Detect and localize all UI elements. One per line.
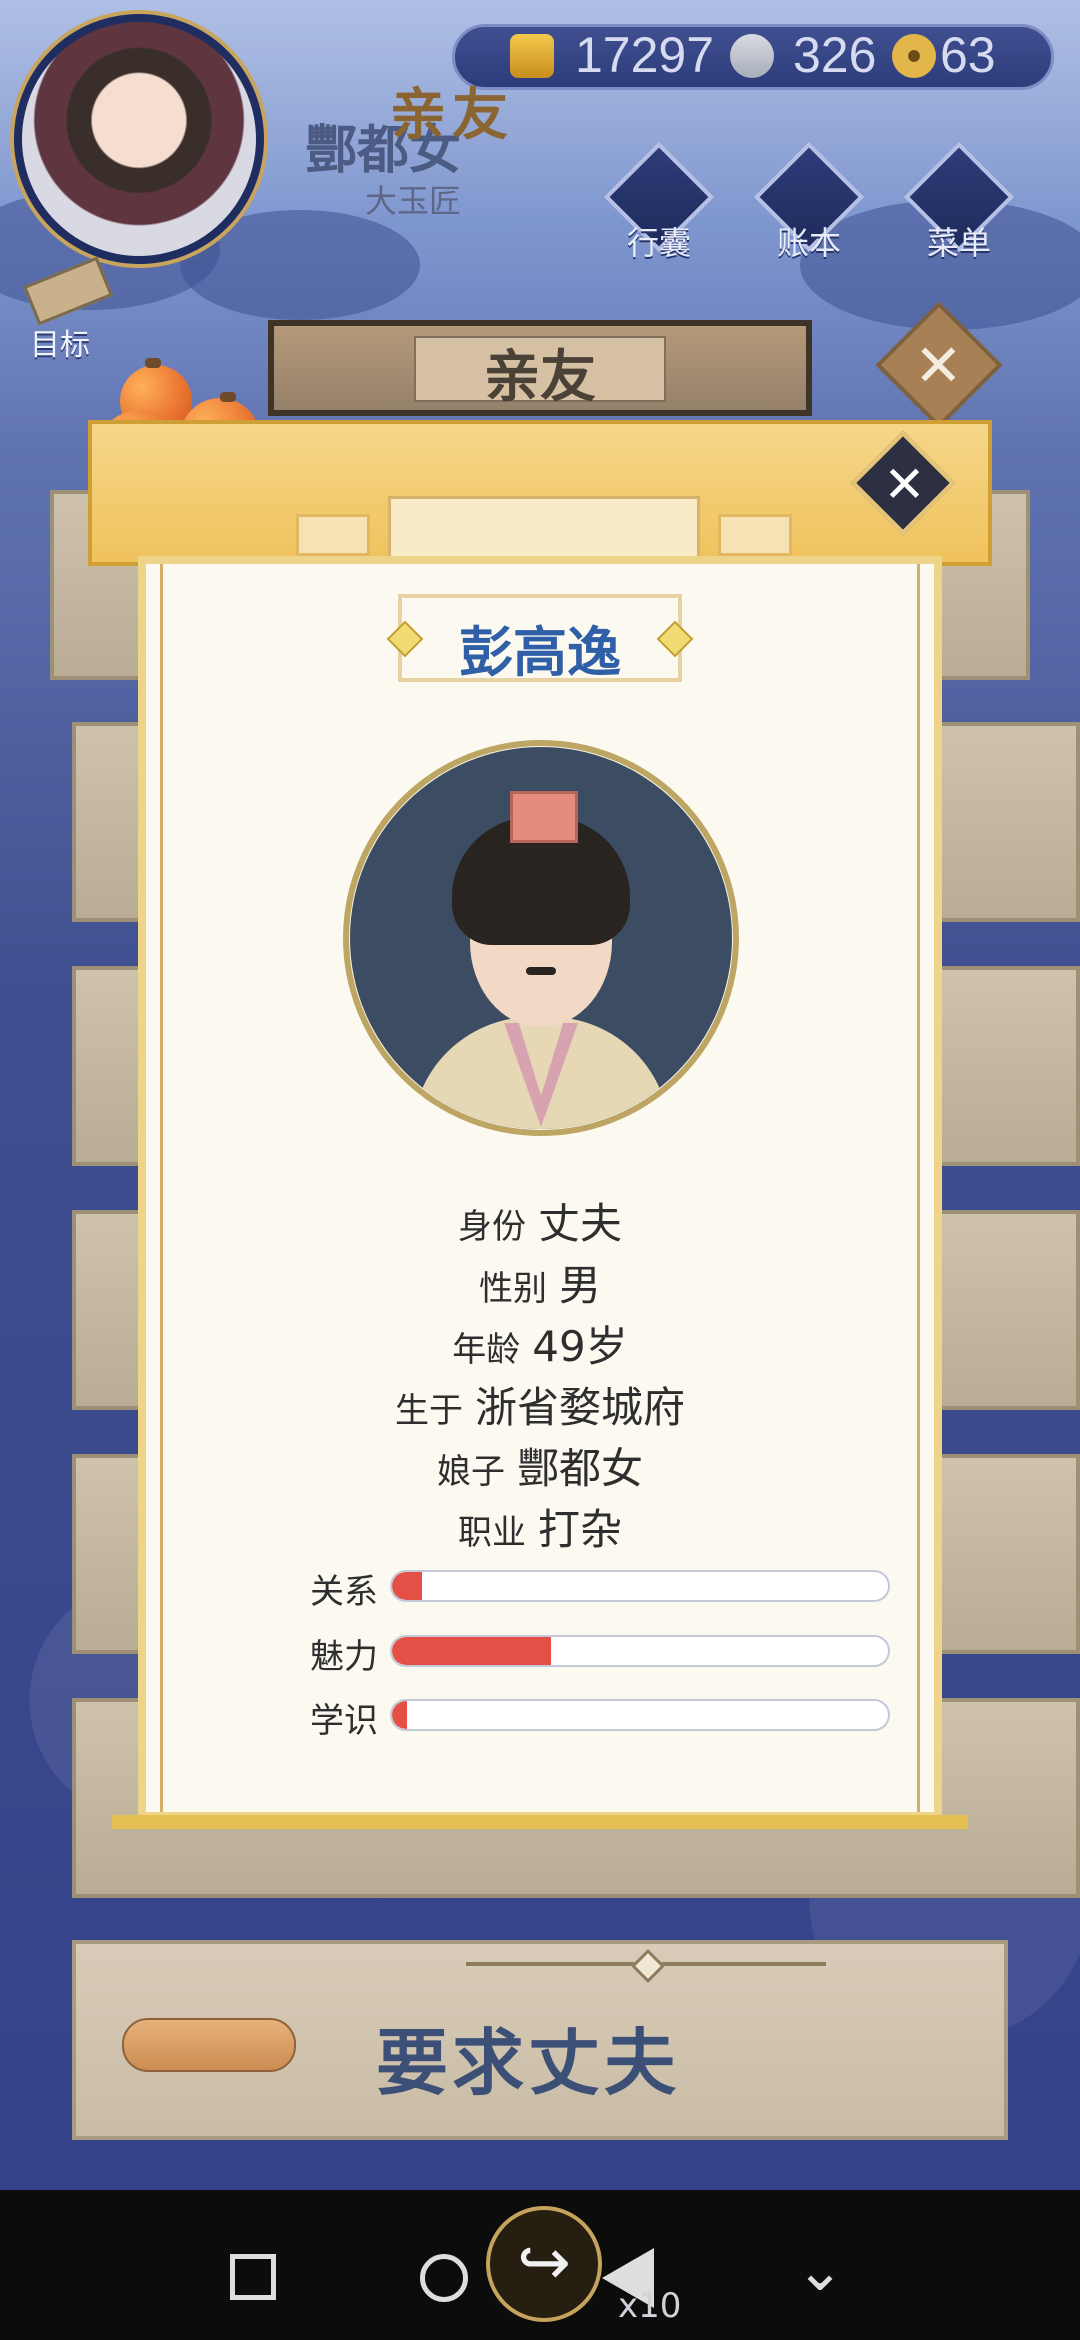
person-name-plate: 彭高逸 xyxy=(386,594,694,684)
header-ornament xyxy=(718,514,792,556)
info-row-gender: 性别男 xyxy=(138,1252,942,1313)
portrait-eye xyxy=(552,897,588,911)
silver-icon xyxy=(730,34,774,78)
modal-header xyxy=(88,420,992,566)
info-key: 身份 xyxy=(457,1207,526,1247)
info-key: 职业 xyxy=(457,1513,526,1553)
player-title: 大玉匠 xyxy=(365,182,462,220)
player-avatar[interactable] xyxy=(14,14,264,264)
person-name: 彭高逸 xyxy=(459,621,621,684)
info-value: 打杂 xyxy=(537,1505,622,1554)
home-icon[interactable] xyxy=(420,2254,468,2302)
stat-label-relationship: 关系 xyxy=(310,1572,378,1612)
knowledge-fill xyxy=(392,1701,407,1729)
person-portrait xyxy=(350,747,732,1129)
info-key: 性别 xyxy=(478,1269,547,1309)
portrait-eye xyxy=(494,897,530,911)
coin-icon xyxy=(892,34,936,78)
bag-button[interactable]: 行囊 xyxy=(603,141,715,262)
relationship-bar xyxy=(390,1570,890,1602)
info-value: 丈夫 xyxy=(537,1199,622,1248)
overlay-count: x10 xyxy=(618,2286,682,2326)
share-icon[interactable]: ↪ xyxy=(486,2206,602,2322)
charm-bar xyxy=(390,1635,890,1667)
ledger-label: 账本 xyxy=(776,224,841,262)
info-key: 生于 xyxy=(394,1391,463,1431)
info-row-spouse: 娘子 酆都女 xyxy=(138,1435,942,1496)
close-icon: ✕ xyxy=(913,331,963,400)
relationship-fill xyxy=(392,1572,422,1600)
leaf-icon xyxy=(220,392,236,402)
screen-title: 亲友 xyxy=(484,345,596,410)
info-row-identity: 身份 丈夫 xyxy=(138,1190,942,1251)
stat-label-charm: 魅力 xyxy=(310,1637,378,1677)
screen-title-banner: 亲友 xyxy=(268,320,812,416)
info-row-occupation: 职业 打杂 xyxy=(138,1496,942,1557)
modal-title: 亲友 xyxy=(390,83,514,148)
menu-button[interactable]: 菜单 xyxy=(903,141,1015,262)
info-row-birthplace: 生于 浙省婺城府 xyxy=(138,1374,942,1435)
menu-label: 菜单 xyxy=(926,224,991,262)
close-icon: ✕ xyxy=(883,455,926,514)
coin-amount: 63 xyxy=(940,27,996,83)
charm-fill xyxy=(392,1637,551,1665)
diamond-icon xyxy=(631,1949,665,1983)
info-key: 年龄 xyxy=(452,1330,521,1370)
portrait-cap xyxy=(510,791,578,843)
info-value: 浙省婺城府 xyxy=(474,1383,685,1432)
modal-bottom-rail xyxy=(112,1815,968,1829)
knowledge-bar xyxy=(390,1699,890,1731)
info-value: 49岁 xyxy=(532,1322,628,1371)
header-ornament xyxy=(296,514,370,556)
goal-label[interactable]: 目标 xyxy=(30,320,90,364)
stat-label-knowledge: 学识 xyxy=(310,1701,378,1741)
action-label: 要求丈夫 xyxy=(376,2021,681,2105)
info-value: 酆都女 xyxy=(516,1444,643,1493)
collapse-icon[interactable]: ⌄ xyxy=(790,2240,850,2300)
header-title-frame xyxy=(388,496,700,562)
bag-label: 行囊 xyxy=(626,224,691,262)
recent-apps-icon[interactable] xyxy=(230,2254,276,2300)
leaf-icon xyxy=(145,358,161,368)
info-row-age: 年龄 49岁 xyxy=(138,1313,942,1374)
silver-amount: 326 xyxy=(793,27,877,83)
pointing-hand-icon xyxy=(122,2018,296,2072)
info-value: 男 xyxy=(558,1261,601,1310)
ledger-button[interactable]: 账本 xyxy=(753,141,865,262)
action-card[interactable]: 要求丈夫 xyxy=(72,1940,1008,2140)
info-key: 娘子 xyxy=(436,1452,505,1492)
portrait-mouth xyxy=(526,967,556,975)
